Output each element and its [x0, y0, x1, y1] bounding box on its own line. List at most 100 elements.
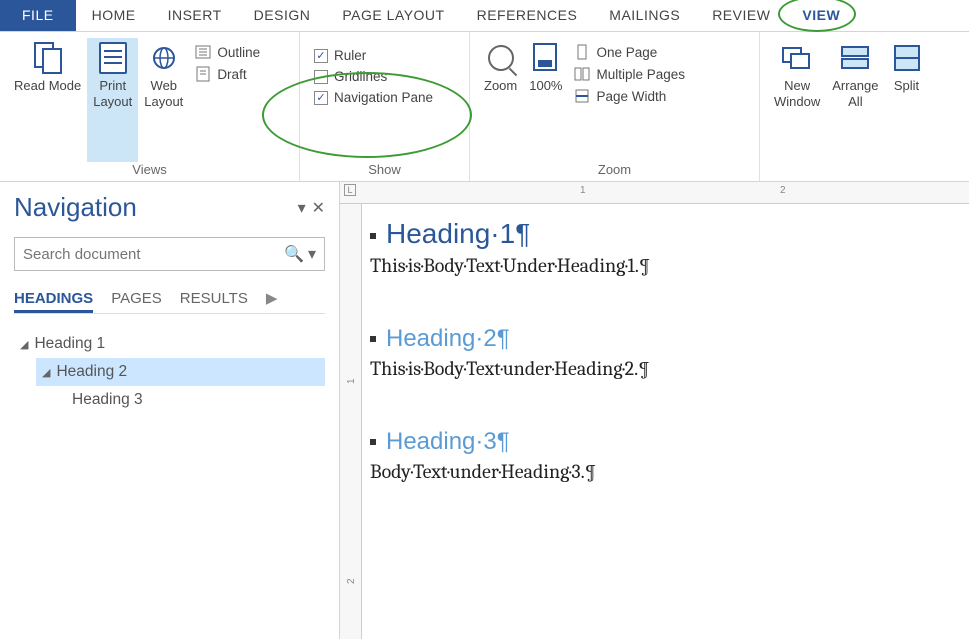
split-button[interactable]: Split: [885, 38, 929, 179]
collapse-triangle-icon[interactable]: ◢: [42, 366, 50, 379]
web-layout-icon: [148, 42, 180, 74]
document-area[interactable]: L 1 2 1 2 Heading·1¶ This·is·Body·Text·U…: [340, 182, 969, 639]
tab-references[interactable]: REFERENCES: [461, 0, 594, 31]
read-mode-label: Read Mode: [14, 78, 81, 94]
print-layout-button[interactable]: Print Layout: [87, 38, 138, 162]
split-label: Split: [894, 78, 919, 94]
collapse-heading-icon[interactable]: [370, 336, 376, 342]
new-window-label: New Window: [774, 78, 820, 109]
read-mode-icon: [32, 42, 64, 74]
web-layout-button[interactable]: Web Layout: [138, 38, 189, 162]
pane-options-dropdown[interactable]: ▾: [298, 198, 306, 218]
read-mode-button[interactable]: Read Mode: [8, 38, 87, 162]
body-text[interactable]: This·is·Body·Text·Under·Heading·1.¶: [370, 254, 965, 277]
heading-2[interactable]: Heading·2¶: [386, 325, 510, 353]
ribbon-tabs: FILE HOME INSERT DESIGN PAGE LAYOUT REFE…: [0, 0, 969, 32]
tab-file[interactable]: FILE: [0, 0, 76, 31]
outline-label: Outline: [217, 45, 260, 60]
checkbox-checked-icon: ✓: [314, 49, 328, 63]
group-window: New Window Arrange All Split: [760, 32, 969, 181]
group-show: ✓ Ruler Gridlines ✓ Navigation Pane Show: [300, 32, 470, 181]
body-text[interactable]: This·is·Body·Text·under·Heading·2.¶: [370, 357, 965, 380]
ruler-tick-label: 2: [780, 185, 786, 196]
ruler-tick-label: 2: [346, 578, 357, 584]
navigation-pane-checkbox[interactable]: ✓ Navigation Pane: [314, 90, 455, 105]
arrange-all-icon: [839, 42, 871, 74]
outline-button[interactable]: Outline: [195, 44, 260, 60]
draft-label: Draft: [217, 67, 246, 82]
tree-item-heading3[interactable]: Heading 3: [66, 386, 325, 414]
tab-page-layout[interactable]: PAGE LAYOUT: [326, 0, 460, 31]
group-show-label: Show: [308, 162, 461, 179]
search-input-container[interactable]: 🔍 ▾: [14, 237, 325, 271]
zoom-icon: [485, 42, 517, 74]
nav-tab-results[interactable]: RESULTS: [180, 290, 248, 307]
tree-item-label: Heading 2: [56, 363, 127, 381]
multiple-pages-button[interactable]: Multiple Pages: [574, 66, 685, 82]
document-page[interactable]: Heading·1¶ This·is·Body·Text·Under·Headi…: [370, 212, 965, 483]
vertical-ruler[interactable]: 1 2: [340, 204, 362, 639]
heading-3[interactable]: Heading·3¶: [386, 428, 510, 456]
tree-item-label: Heading 3: [72, 391, 143, 409]
navigation-pane-label: Navigation Pane: [334, 90, 433, 105]
print-layout-label: Print Layout: [93, 78, 132, 109]
tree-item-label: Heading 1: [34, 335, 105, 353]
tab-design[interactable]: DESIGN: [238, 0, 327, 31]
headings-tree: ◢ Heading 1 ◢ Heading 2 Heading 3: [14, 330, 325, 414]
tree-item-heading1[interactable]: ◢ Heading 1: [14, 330, 325, 358]
navigation-pane-title: Navigation: [14, 192, 137, 223]
ruler-tick-label: 1: [580, 185, 586, 196]
tab-view-label: VIEW: [802, 7, 840, 23]
new-window-button[interactable]: New Window: [768, 38, 826, 179]
heading-1[interactable]: Heading·1¶: [386, 218, 530, 250]
group-zoom: Zoom 100% One Page Multiple Pages Page W…: [470, 32, 760, 181]
checkbox-checked-icon: ✓: [314, 91, 328, 105]
tab-home[interactable]: HOME: [76, 0, 152, 31]
nav-tab-pages[interactable]: PAGES: [111, 290, 162, 307]
split-icon: [891, 42, 923, 74]
search-dropdown-icon[interactable]: ▾: [308, 244, 316, 264]
page-width-button[interactable]: Page Width: [574, 88, 685, 104]
ruler-tick-label: 1: [346, 378, 357, 384]
nav-tab-headings[interactable]: HEADINGS: [14, 290, 93, 313]
tree-item-heading2[interactable]: ◢ Heading 2: [36, 358, 325, 386]
outline-icon: [195, 44, 211, 60]
search-icon[interactable]: 🔍: [284, 244, 304, 264]
gridlines-checkbox[interactable]: Gridlines: [314, 69, 455, 84]
tab-view[interactable]: VIEW: [786, 0, 856, 31]
draft-button[interactable]: Draft: [195, 66, 260, 82]
ruler-checkbox[interactable]: ✓ Ruler: [314, 48, 455, 63]
horizontal-ruler[interactable]: L 1 2: [340, 182, 969, 204]
draft-icon: [195, 66, 211, 82]
hundred-percent-label: 100%: [529, 78, 562, 94]
search-input[interactable]: [23, 246, 284, 263]
hundred-percent-icon: [530, 42, 562, 74]
main-area: Navigation ▾ ✕ 🔍 ▾ HEADINGS PAGES RESULT…: [0, 182, 969, 639]
zoom-button[interactable]: Zoom: [478, 38, 523, 162]
collapse-heading-icon[interactable]: [370, 439, 376, 445]
group-zoom-label: Zoom: [478, 162, 751, 179]
print-layout-icon: [97, 42, 129, 74]
close-icon[interactable]: ✕: [312, 198, 325, 218]
tab-selector-icon[interactable]: L: [344, 184, 356, 196]
tab-review[interactable]: REVIEW: [696, 0, 786, 31]
ribbon-view: Read Mode Print Layout Web Layout Outlin…: [0, 32, 969, 182]
zoom-label: Zoom: [484, 78, 517, 94]
tab-mailings[interactable]: MAILINGS: [593, 0, 696, 31]
arrange-all-button[interactable]: Arrange All: [826, 38, 884, 179]
collapse-heading-icon[interactable]: [370, 233, 376, 239]
multiple-pages-icon: [574, 66, 590, 82]
group-views-label: Views: [8, 162, 291, 179]
body-text[interactable]: Body·Text·under·Heading·3.¶: [370, 460, 965, 483]
gridlines-label: Gridlines: [334, 69, 387, 84]
one-page-button[interactable]: One Page: [574, 44, 685, 60]
collapse-triangle-icon[interactable]: ◢: [20, 338, 28, 351]
tab-insert[interactable]: INSERT: [152, 0, 238, 31]
multiple-pages-label: Multiple Pages: [596, 67, 685, 82]
web-layout-label: Web Layout: [144, 78, 183, 109]
page-width-label: Page Width: [596, 89, 666, 104]
ruler-label: Ruler: [334, 48, 366, 63]
one-page-icon: [574, 44, 590, 60]
hundred-percent-button[interactable]: 100%: [523, 38, 568, 162]
nav-tab-overflow[interactable]: ▶: [266, 289, 278, 307]
